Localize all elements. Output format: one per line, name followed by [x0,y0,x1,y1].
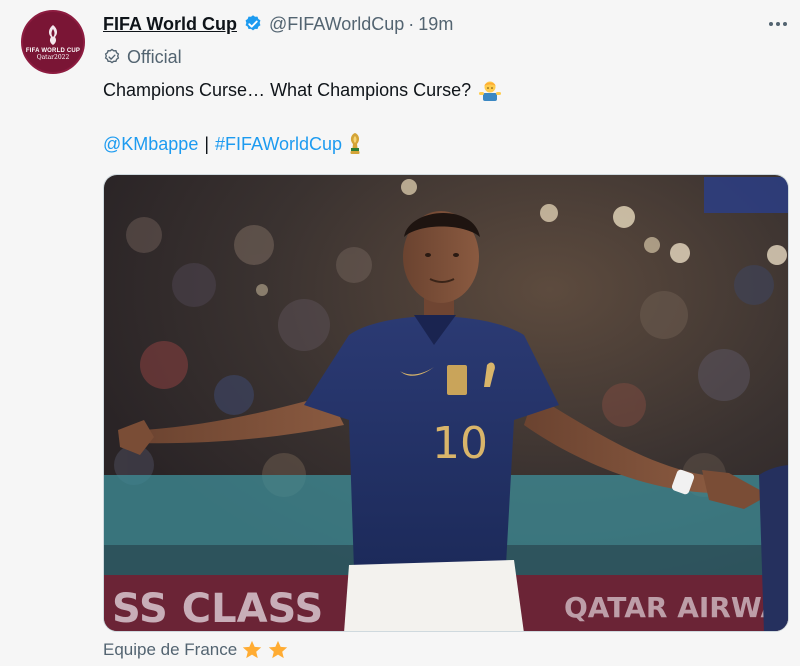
tweet-header: FIFA World Cup @FIFAWorldCup · 19m [103,12,453,36]
billboard-left-text: SS CLASS [112,586,323,632]
official-label: Official [127,46,182,67]
pipe-separator: | [204,133,210,154]
photo-image: SS CLASS QATAR AIRWAYS [104,175,789,632]
tweet-photo[interactable]: SS CLASS QATAR AIRWAYS [103,174,789,632]
tweet-body: Champions Curse… What Champions Curse? [103,79,472,100]
star-emoji-icon [243,640,262,659]
star-emoji-icon [269,640,288,659]
caption-text: Equipe de France [103,640,238,659]
hashtag-link[interactable]: #FIFAWorldCup [215,134,342,155]
photo-caption: Equipe de France [103,639,289,661]
more-dot-icon [776,22,780,26]
person-shrugging-emoji [479,81,502,101]
world-cup-logo-icon [48,24,58,45]
more-dot-icon [783,22,787,26]
trophy-emoji [350,133,360,154]
avatar-text-bottom: Qatar2022 [36,53,70,61]
more-options-button[interactable] [763,12,793,36]
mention-link[interactable]: @KMbappe [103,134,198,155]
jersey-number: 10 [432,418,488,469]
handle[interactable]: @FIFAWorldCup [269,14,404,35]
avatar[interactable]: FIFA WORLD CUP Qatar2022 [21,10,85,74]
billboard-right-text: QATAR AIRWAYS [564,591,789,624]
verified-badge-icon [245,15,261,31]
official-check-icon [104,48,120,64]
tweet[interactable]: FIFA WORLD CUP Qatar2022 FIFA World Cup … [0,0,800,666]
timestamp[interactable]: 19m [418,14,453,35]
separator-dot: · [408,13,415,34]
tweet-text: Champions Curse… What Champions Curse? [103,78,502,102]
more-dot-icon [769,22,773,26]
official-badge: Official [103,46,182,68]
display-name[interactable]: FIFA World Cup [103,14,237,35]
tweet-links: @KMbappe | #FIFAWorldCup [103,132,362,156]
